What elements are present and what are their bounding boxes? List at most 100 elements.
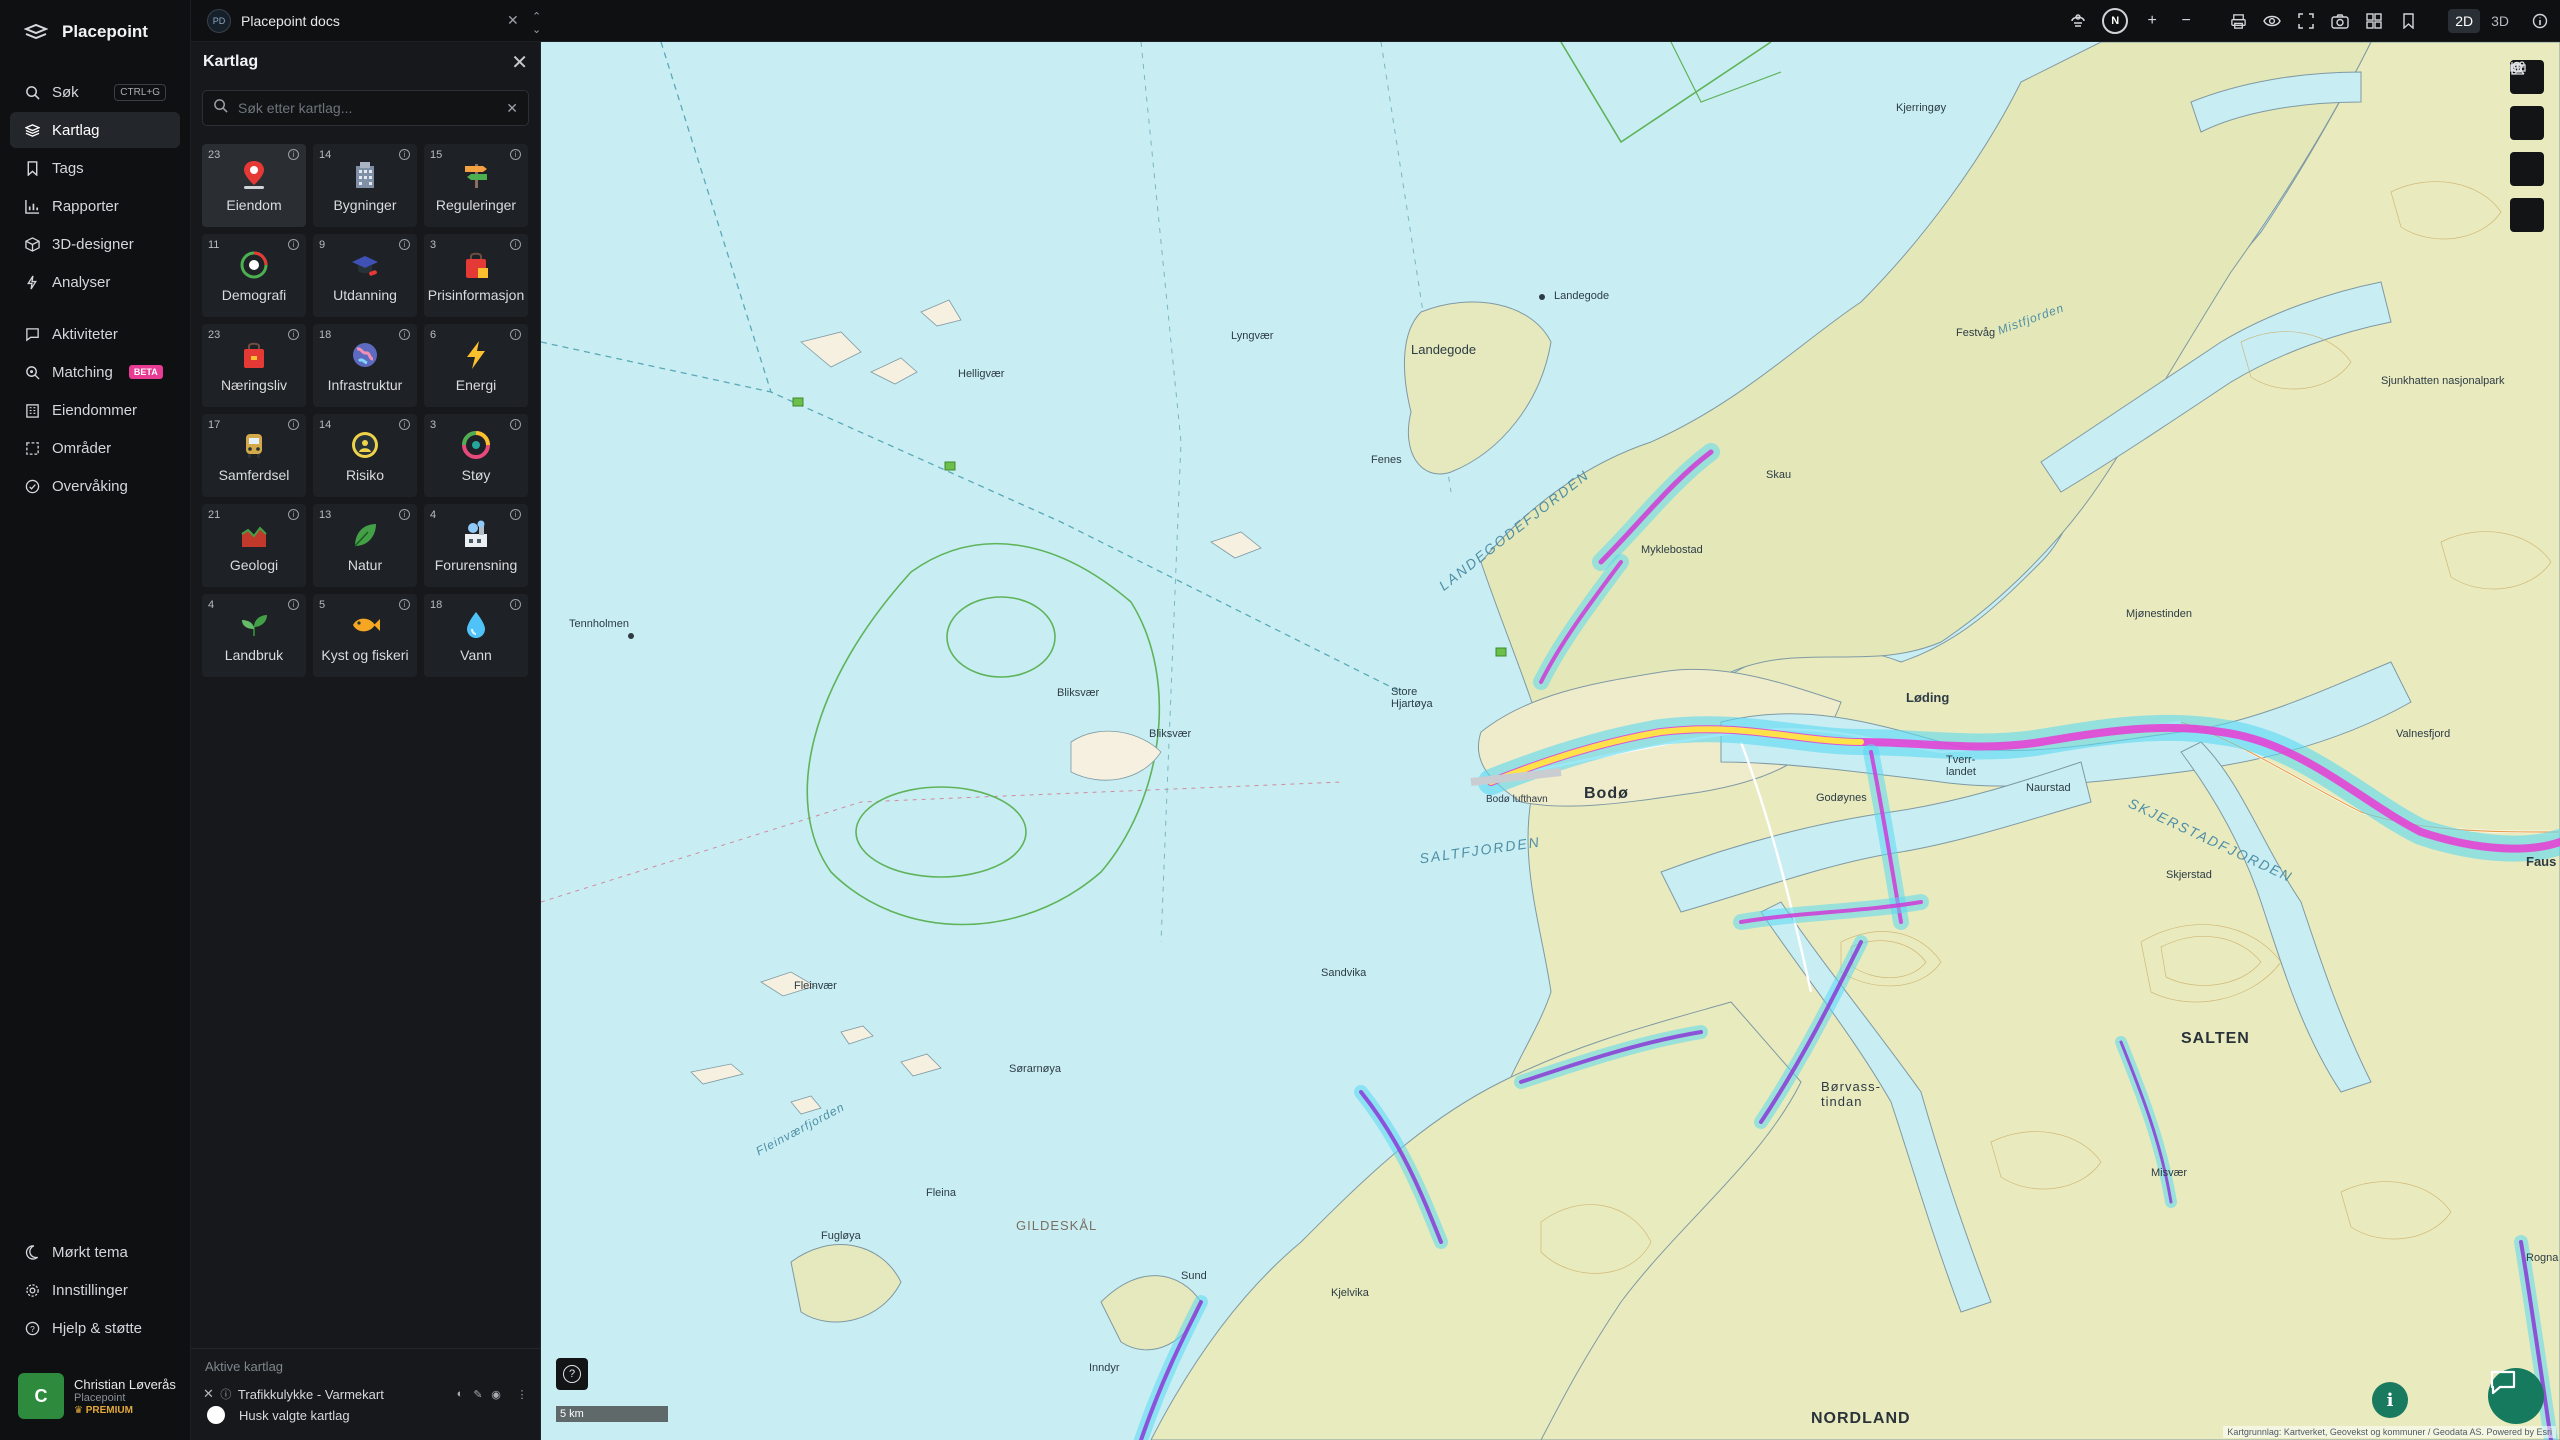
more-icon[interactable]: ⋮ [516,1388,528,1401]
nav-item-eiendommer[interactable]: Eiendommer [10,392,180,428]
view-2d-button[interactable]: 2D [2448,9,2481,33]
active-layer-row[interactable]: ✕ ⓘ Trafikkulykke - Varmekart ◐ ✎ ◉ ⋮ [191,1380,540,1408]
nav-item-3d-designer[interactable]: 3D-designer [10,226,180,262]
close-panel-button[interactable]: ✕ [511,50,528,75]
clear-search-icon[interactable]: ✕ [506,100,518,117]
map-label-helligvaer: Helligvær [958,368,1005,380]
info-icon[interactable]: i [399,509,410,520]
info-icon[interactable]: i [510,509,521,520]
info-icon[interactable]: i [288,329,299,340]
fullscreen-icon[interactable] [2296,11,2316,31]
edit-icon[interactable]: ✎ [472,1388,484,1401]
nav-item-tags[interactable]: Tags [10,150,180,186]
nav-item-analyser[interactable]: Analyser [10,264,180,300]
map-attribution[interactable]: Kartgrunnlag: Kartverket, Geovekst og ko… [2223,1426,2556,1438]
layer-category-demografi[interactable]: 11 i Demografi [202,234,306,317]
user-profile[interactable]: C Christian Løverås Placepoint ♛ PREMIUM [10,1366,180,1426]
zoom-in-icon[interactable]: + [2142,11,2162,31]
grid-layout-icon[interactable] [2364,11,2384,31]
nav-item-help[interactable]: ? Hjelp & støtte [10,1310,180,1346]
nav-item-settings[interactable]: Innstillinger [10,1272,180,1308]
layer-category-eiendom[interactable]: 23 i Eiendom [202,144,306,227]
nav-item-matching[interactable]: Matching BETA [10,354,180,390]
compass-north-icon[interactable]: N [2102,8,2129,34]
layer-category-samferdsel[interactable]: 17 i Samferdsel [202,414,306,497]
zoom-out-icon[interactable]: − [2176,11,2196,31]
layers-stack-icon[interactable] [2068,11,2088,31]
nav-item-kartlag[interactable]: Kartlag [10,112,180,148]
opacity-icon[interactable]: ◐ [454,1388,466,1400]
info-icon[interactable]: i [288,599,299,610]
info-icon[interactable]: i [510,329,521,340]
map-side-controls [2510,60,2544,232]
eye-icon[interactable] [2262,11,2282,31]
remember-layers-toggle[interactable] [207,1406,225,1424]
layer-category-energi[interactable]: 6 i Energi [424,324,528,407]
remove-layer-icon[interactable]: ✕ [203,1386,214,1402]
leaf-icon [349,519,381,551]
info-icon[interactable]: i [510,239,521,250]
remember-layers-label: Husk valgte kartlag [239,1407,350,1423]
layer-category-risiko[interactable]: 14 i Risiko [313,414,417,497]
nav-item-label: Overvåking [52,477,128,495]
nav-item-label: Hjelp & støtte [52,1319,143,1337]
bookmark-icon[interactable] [2398,11,2418,31]
layer-category-bygninger[interactable]: 14 i Bygninger [313,144,417,227]
map-help-button[interactable]: ? [556,1358,588,1390]
workspace-selector[interactable]: PD Placepoint docs ✕ ⌃ ⌄ [207,8,541,36]
nav-item-rapporter[interactable]: Rapporter [10,188,180,224]
camera-icon[interactable] [2330,11,2350,31]
user-name: Christian Løverås [74,1376,176,1392]
brand[interactable]: Placepoint [0,0,190,64]
info-icon[interactable]: i [288,239,299,250]
map-info-button[interactable]: i [2372,1382,2408,1418]
route-icon[interactable] [2510,61,2544,232]
info-icon[interactable]: ⓘ [220,1388,232,1401]
layer-category-forurensning[interactable]: 4 i Forurensning [424,504,528,587]
category-label: Demografi [221,287,287,303]
info-icon[interactable]: i [399,419,410,430]
nav-item-omrader[interactable]: Områder [10,430,180,466]
layer-category-natur[interactable]: 13 i Natur [313,504,417,587]
chat-button[interactable] [2488,1368,2544,1424]
info-icon[interactable]: i [510,149,521,160]
bolt-icon [24,274,40,290]
info-icon[interactable]: i [288,149,299,160]
info-icon[interactable]: i [510,599,521,610]
info-icon[interactable]: i [399,329,410,340]
nav-item-search[interactable]: Søk CTRL+G [10,74,180,110]
remember-layers[interactable]: Husk valgte kartlag [191,1406,540,1424]
info-icon[interactable]: i [399,599,410,610]
nav-item-aktiviteter[interactable]: Aktiviteter [10,316,180,352]
layer-category-kyst-og-fiskeri[interactable]: 5 i Kyst og fiskeri [313,594,417,677]
moon-icon [24,1244,40,1260]
nav-item-dark-theme[interactable]: Mørkt tema [10,1234,180,1270]
layer-search-input[interactable] [238,100,497,116]
layer-category-prisinformasjon[interactable]: 3 i Prisinformasjon [424,234,528,317]
layer-category-infrastruktur[interactable]: 18 i Infrastruktur [313,324,417,407]
nav-item-overvaking[interactable]: Overvåking [10,468,180,504]
info-icon[interactable]: i [399,239,410,250]
layer-category-vann[interactable]: 18 i Vann [424,594,528,677]
info-icon[interactable]: i [288,419,299,430]
layer-category-utdanning[interactable]: 9 i Utdanning [313,234,417,317]
info-icon[interactable]: i [399,149,410,160]
measure-icon[interactable] [2510,64,2544,140]
close-icon[interactable]: ✕ [507,12,519,29]
layer-category-landbruk[interactable]: 4 i Landbruk [202,594,306,677]
view-3d-button[interactable]: 3D [2484,9,2516,33]
svg-text:?: ? [30,1323,35,1333]
layer-category-geologi[interactable]: 21 i Geologi [202,504,306,587]
info-icon[interactable]: i [510,419,521,430]
layer-category-næringsliv[interactable]: 23 i Næringsliv [202,324,306,407]
layer-category-støy[interactable]: 3 i Støy [424,414,528,497]
info-icon[interactable]: i [288,509,299,520]
chart-icon[interactable] [2510,62,2544,186]
info-icon[interactable] [2530,11,2550,31]
chevron-updown-icon[interactable]: ⌃ ⌄ [532,10,541,36]
print-icon[interactable] [2228,11,2248,31]
layer-category-reguleringer[interactable]: 15 i Reguleringer [424,144,528,227]
visibility-icon[interactable]: ◉ [490,1388,502,1401]
map-label-sandvika: Sandvika [1321,967,1367,979]
map-canvas[interactable]: Bodø Løding SALTEN NORDLAND GILDESKÅL SA… [541,42,2560,1440]
